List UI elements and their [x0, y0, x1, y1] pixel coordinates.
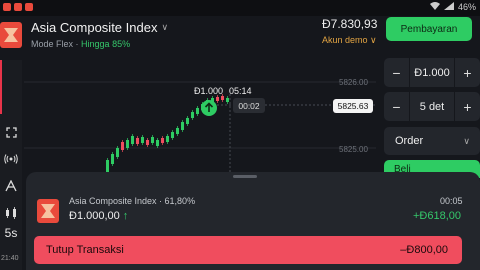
drawing-icon[interactable] — [0, 176, 22, 196]
candle — [181, 122, 184, 130]
candle — [171, 132, 174, 138]
candles-icon[interactable] — [0, 203, 22, 223]
candle — [196, 108, 199, 114]
candle — [156, 140, 159, 146]
candle — [131, 136, 134, 144]
chevron-down-icon: ∨ — [161, 22, 169, 32]
candle — [191, 112, 194, 118]
expiry-timer: 00:02 — [233, 98, 265, 113]
order-label: Order — [395, 135, 424, 147]
sheet-grabber[interactable] — [233, 175, 257, 178]
candle — [111, 154, 114, 164]
candle — [216, 97, 219, 101]
candle — [136, 138, 139, 144]
mode-line: Mode Flex · Hingga 85% — [31, 39, 131, 49]
candle — [161, 138, 164, 143]
candle — [226, 98, 229, 102]
duration-decrease-button[interactable]: − — [384, 92, 410, 121]
candle — [166, 136, 169, 142]
candle — [176, 128, 179, 134]
candle — [106, 160, 109, 172]
trade-amount-value: Ɖ1.000,00 — [69, 210, 120, 222]
account-type-selector[interactable]: Akun demo ∨ — [322, 35, 377, 46]
chevron-down-icon: ∨ — [370, 35, 377, 45]
close-trade-label: Tutup Transaksi — [46, 244, 124, 256]
payout-label: Hingga 85% — [81, 39, 130, 49]
order-dropdown[interactable]: Order ∨ — [384, 127, 480, 155]
signal-icon[interactable] — [0, 149, 22, 169]
trade-asset-title: Asia Composite Index · 61,80% — [69, 196, 196, 206]
asset-title: Asia Composite Index — [31, 20, 158, 35]
mode-label: Mode Flex — [31, 39, 74, 49]
interval-selector[interactable]: 5s — [0, 223, 22, 243]
trade-timer: 00:05 — [440, 196, 463, 206]
status-bar: 46% — [0, 0, 480, 16]
candle — [186, 118, 189, 124]
payout-prefix: Hingga — [81, 39, 113, 49]
candle — [141, 137, 144, 143]
left-toolbar: 5s — [0, 60, 22, 270]
duration-value[interactable]: 5 det — [410, 92, 454, 121]
candle — [121, 142, 124, 150]
candle — [126, 140, 129, 148]
payment-button[interactable]: Pembayaran — [386, 17, 472, 41]
trade-asset-logo — [37, 199, 59, 223]
duration-stepper: − 5 det + — [384, 92, 480, 121]
account-type: Akun demo — [322, 35, 368, 45]
asset-logo[interactable] — [0, 22, 22, 48]
deal-amount-label: Ɖ1.000 — [194, 86, 224, 96]
trade-profit: +Ɖ618,00 — [413, 210, 462, 222]
amount-increase-button[interactable]: + — [454, 58, 480, 87]
signal-bars-icon — [443, 2, 454, 12]
price-chart[interactable] — [24, 60, 376, 175]
notification-icon — [14, 3, 22, 11]
wifi-icon — [429, 2, 440, 12]
asset-selector[interactable]: Asia Composite Index ∨ — [31, 20, 168, 35]
account-balance[interactable]: Ɖ7.830,93 — [322, 17, 377, 31]
candle — [146, 140, 149, 145]
deal-time-label: 05:14 — [229, 86, 252, 96]
amount-value[interactable]: Ɖ1.000 — [410, 58, 454, 87]
expand-icon[interactable] — [0, 122, 22, 142]
y-tick-label: 5826.00 — [339, 78, 368, 87]
candle — [151, 137, 154, 143]
close-trade-button[interactable]: Tutup Transaksi –Ɖ800,00 — [34, 236, 462, 264]
chevron-down-icon: ∨ — [463, 136, 470, 146]
battery-level: 46% — [457, 2, 476, 12]
trade-amount: Ɖ1.000,00 ↑ — [69, 210, 128, 222]
trend-up-icon: ↑ — [122, 210, 129, 222]
duration-increase-button[interactable]: + — [454, 92, 480, 121]
close-trade-amount: –Ɖ800,00 — [400, 244, 448, 256]
amount-decrease-button[interactable]: − — [384, 58, 410, 87]
candle — [116, 148, 119, 157]
status-right: 46% — [429, 2, 476, 12]
app-indicator-icon — [3, 3, 11, 11]
y-tick-label: 5825.00 — [339, 145, 368, 154]
amount-stepper: − Ɖ1.000 + — [384, 58, 480, 87]
payout-value: 85% — [112, 39, 131, 49]
current-price-tag: 5825.63 — [333, 99, 373, 113]
candle — [221, 96, 224, 100]
bottom-clock: 21:40 — [1, 255, 19, 262]
notification-icon — [25, 3, 33, 11]
left-edge-marker — [0, 60, 2, 114]
